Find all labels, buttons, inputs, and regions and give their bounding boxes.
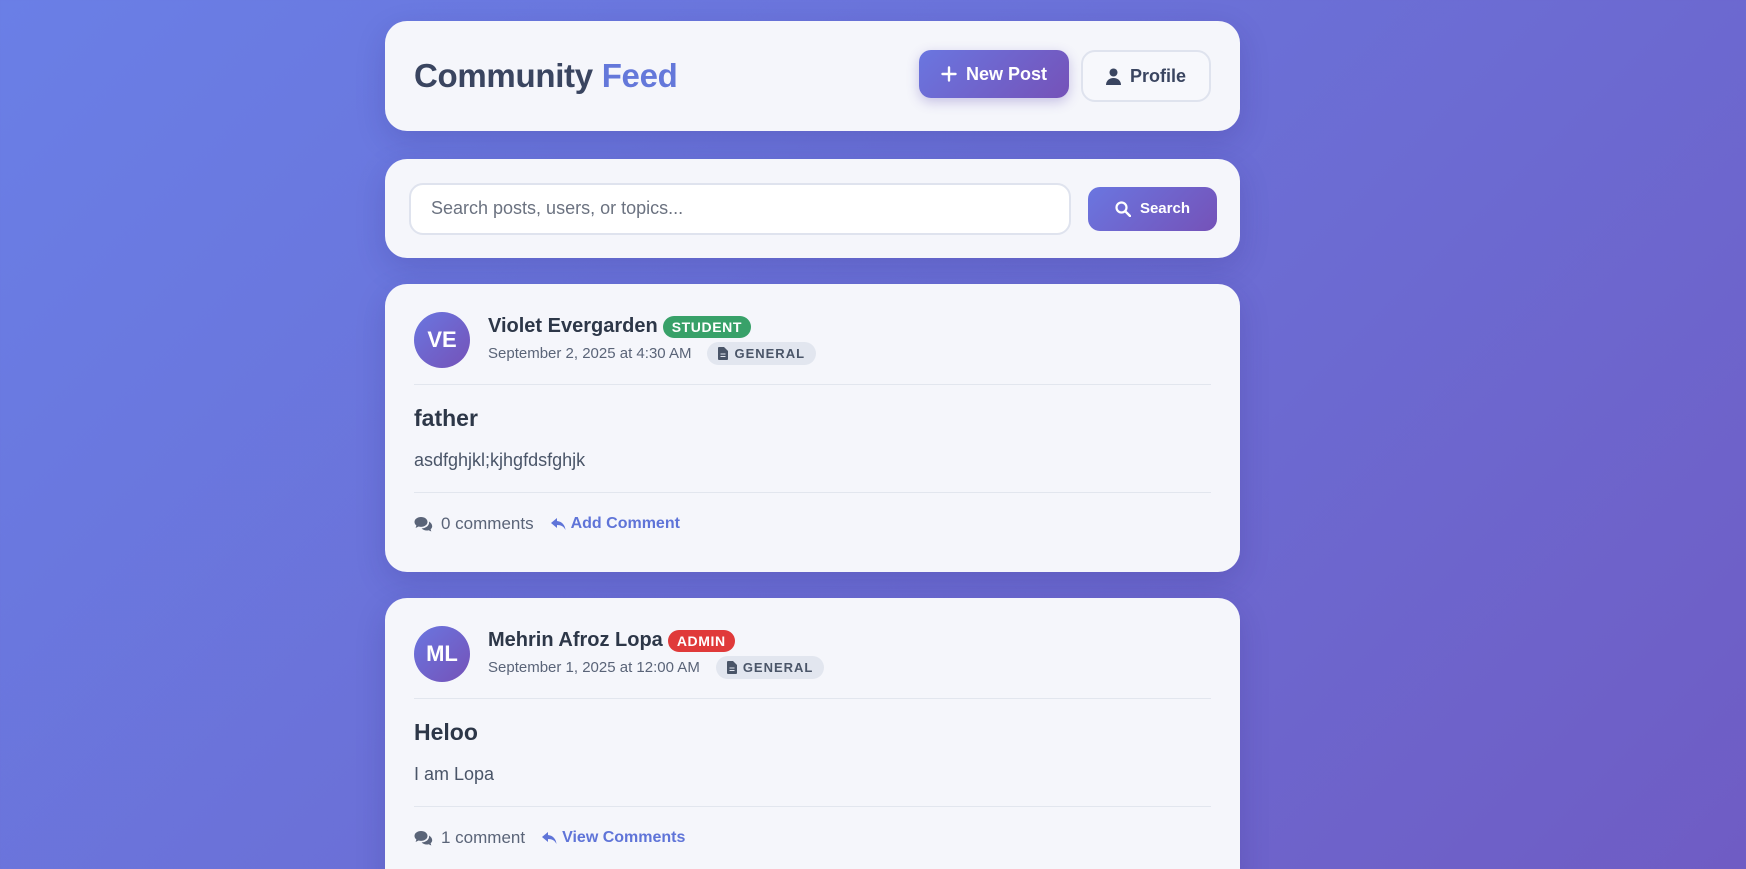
- post-meta: Violet Evergarden STUDENT September 2, 2…: [488, 315, 817, 365]
- page-title: Community Feed: [414, 57, 678, 95]
- category-badge[interactable]: GENERAL: [707, 342, 817, 365]
- post-timestamp: September 1, 2025 at 12:00 AM: [488, 659, 700, 676]
- view-comments-label: View Comments: [562, 829, 686, 846]
- reply-icon: [542, 831, 557, 845]
- brand-community: Community: [414, 57, 593, 94]
- header-card: Community Feed New Post Profile: [385, 21, 1240, 131]
- category-label: GENERAL: [742, 660, 814, 675]
- comments-icon: [414, 830, 434, 846]
- avatar[interactable]: VE: [414, 312, 470, 368]
- post-card: ML Mehrin Afroz Lopa ADMIN September 1, …: [385, 598, 1240, 869]
- post-footer: 0 comments Add Comment: [414, 492, 1211, 534]
- reply-icon: [550, 517, 566, 531]
- post-footer: 1 comment View Comments: [414, 806, 1211, 848]
- post-card: VE Violet Evergarden STUDENT September 2…: [385, 284, 1240, 572]
- new-post-label: New Post: [965, 63, 1047, 84]
- comment-count: 1 comment: [414, 828, 525, 848]
- add-comment-link[interactable]: Add Comment: [550, 515, 680, 533]
- role-badge: ADMIN: [667, 629, 735, 652]
- brand-feed: Feed: [601, 57, 678, 94]
- new-post-button[interactable]: New Post: [918, 50, 1069, 98]
- post-body: I am Lopa: [414, 764, 495, 784]
- author-name[interactable]: Violet Evergarden: [488, 315, 658, 338]
- header-actions: New Post Profile: [918, 50, 1211, 102]
- add-comment-label: Add Comment: [570, 515, 680, 532]
- avatar[interactable]: ML: [414, 626, 470, 682]
- file-icon: [718, 347, 729, 360]
- feed-container: Community Feed New Post Profile Search p…: [385, 21, 1240, 869]
- post-meta: Mehrin Afroz Lopa ADMIN September 1, 202…: [488, 629, 825, 679]
- comments-icon: [414, 516, 434, 532]
- category-badge[interactable]: GENERAL: [715, 656, 825, 679]
- comment-count: 0 comments: [414, 514, 534, 534]
- role-badge: STUDENT: [662, 315, 752, 338]
- comment-count-label: 0 comments: [441, 514, 534, 533]
- search-card: Search: [385, 159, 1240, 258]
- view-comments-link[interactable]: View Comments: [542, 829, 685, 847]
- post-title: Heloo: [414, 719, 478, 745]
- post-title: father: [414, 405, 478, 431]
- search-button-label: Search: [1139, 200, 1190, 217]
- post-timestamp: September 2, 2025 at 4:30 AM: [488, 345, 692, 362]
- comment-count-label: 1 comment: [441, 828, 526, 847]
- category-label: GENERAL: [734, 346, 806, 361]
- post-body: asdfghjkl;kjhgfdsfghjk: [414, 450, 586, 470]
- author-name[interactable]: Mehrin Afroz Lopa: [488, 629, 663, 652]
- profile-button[interactable]: Profile: [1080, 50, 1211, 102]
- user-icon: [1105, 68, 1121, 85]
- post-header: ML Mehrin Afroz Lopa ADMIN September 1, …: [414, 626, 1211, 699]
- search-icon: [1115, 200, 1131, 217]
- search-input[interactable]: [409, 182, 1071, 235]
- file-icon: [726, 661, 737, 674]
- profile-label: Profile: [1129, 65, 1186, 86]
- plus-icon: [941, 66, 957, 82]
- search-button[interactable]: Search: [1087, 186, 1217, 231]
- post-header: VE Violet Evergarden STUDENT September 2…: [414, 312, 1211, 385]
